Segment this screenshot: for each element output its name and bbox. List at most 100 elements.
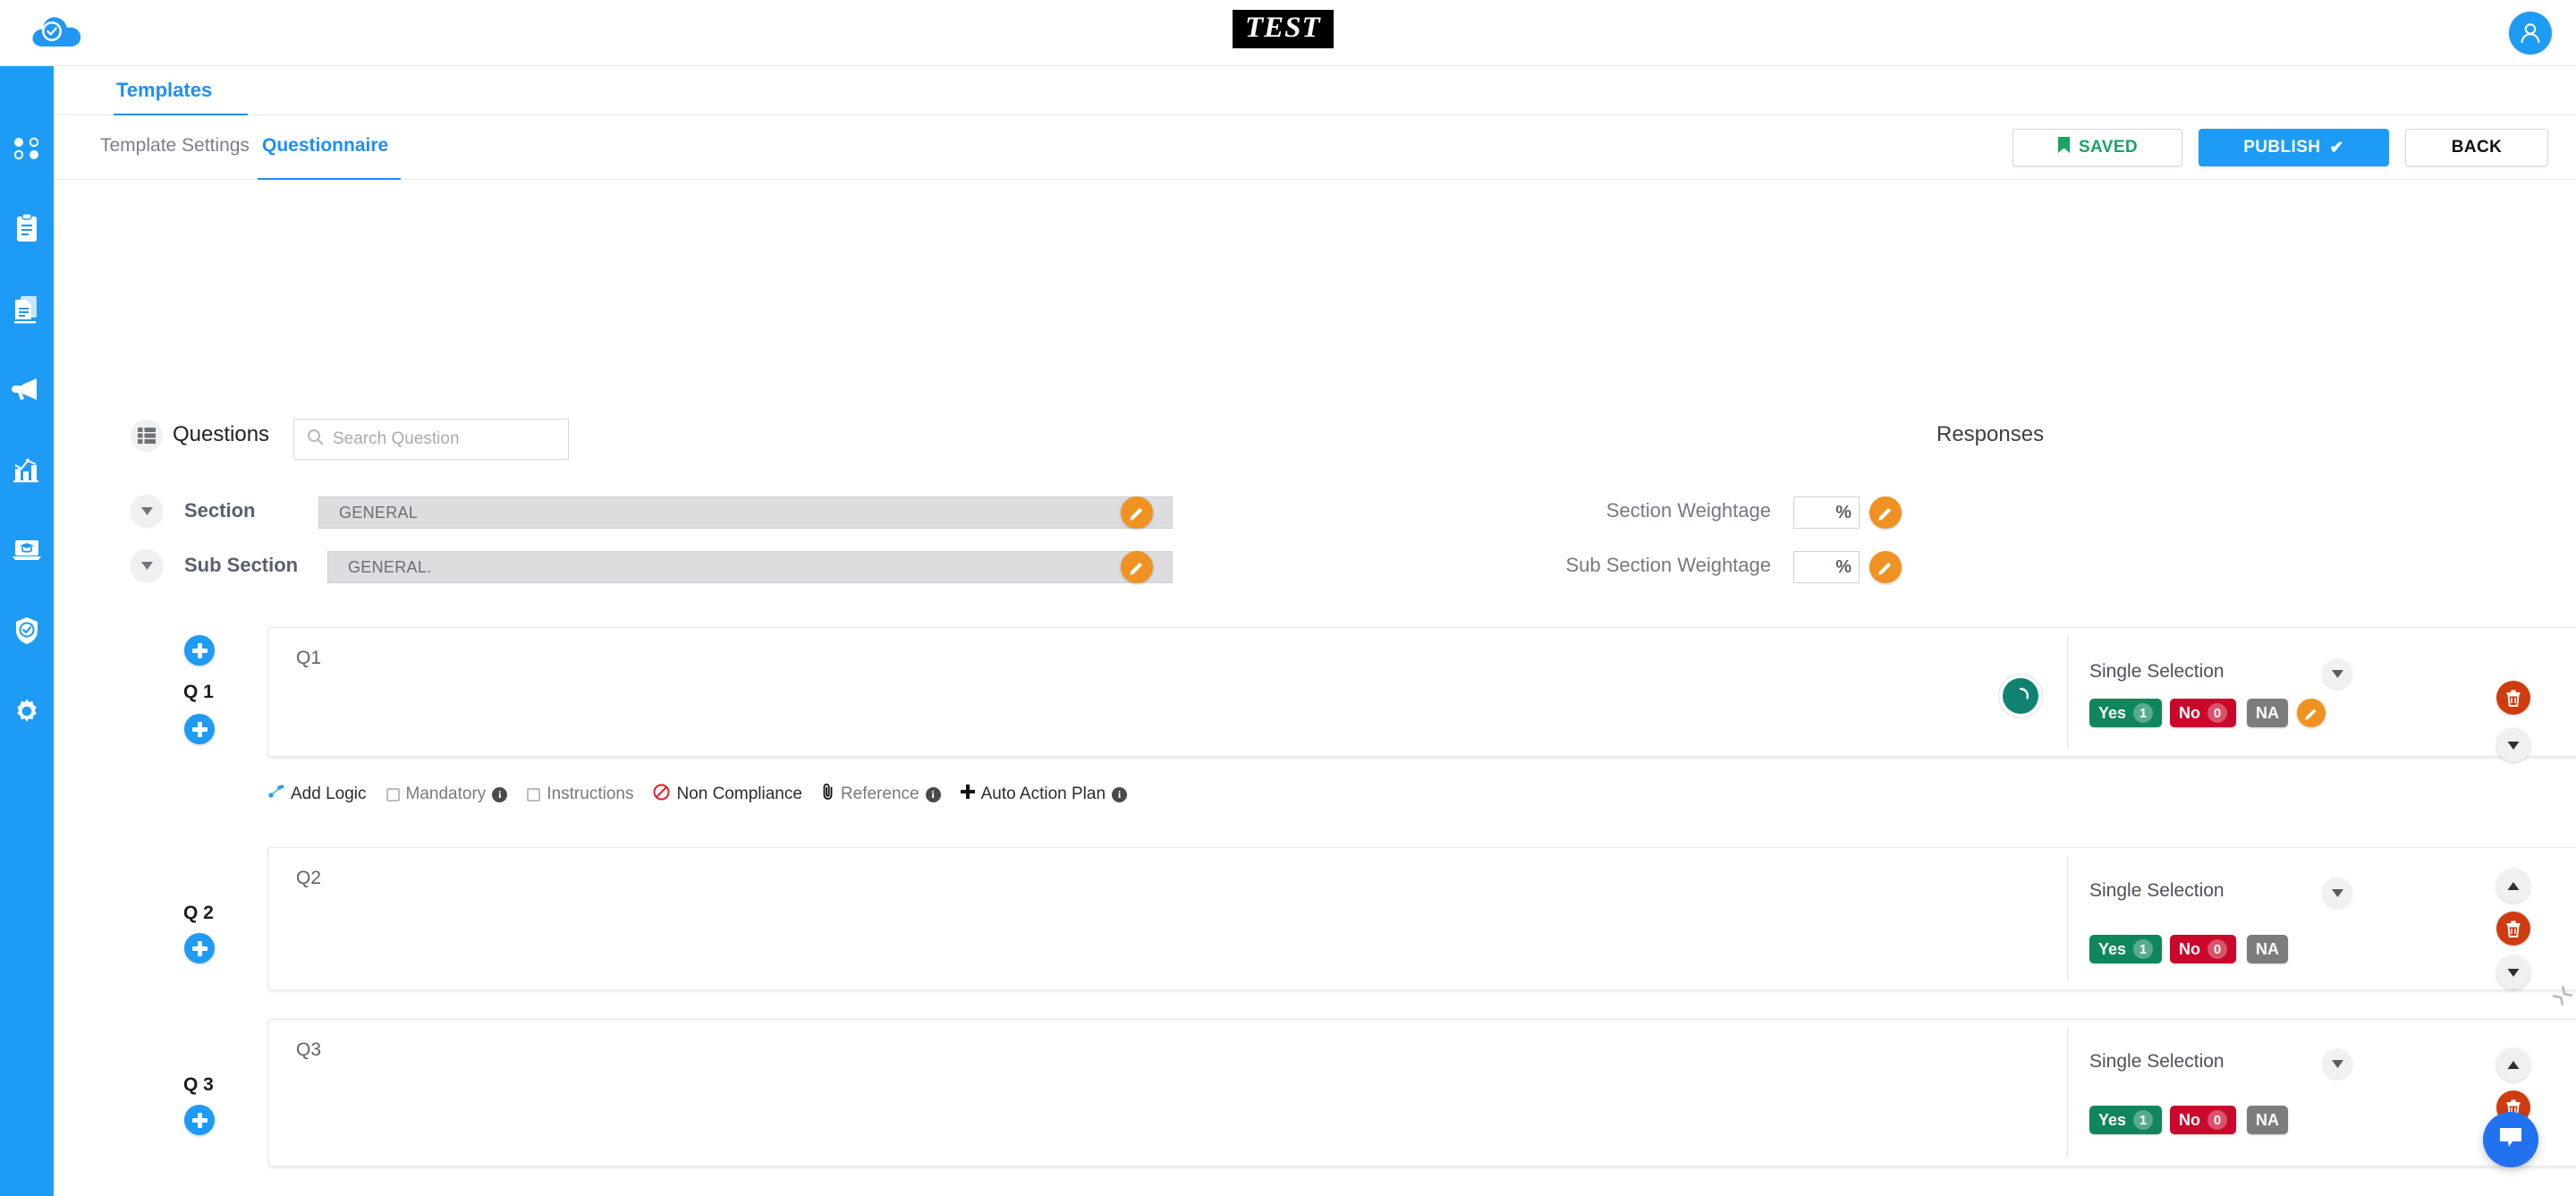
add-question-below-q2-button[interactable] bbox=[184, 933, 215, 963]
chip-na-label: NA bbox=[2256, 1110, 2279, 1129]
sidebar-item-documents[interactable] bbox=[0, 268, 54, 349]
chip-na-label: NA bbox=[2256, 703, 2279, 722]
shield-check-icon bbox=[14, 616, 39, 645]
checkbox-icon[interactable] bbox=[386, 787, 400, 802]
tab-questionnaire[interactable]: Questionnaire bbox=[262, 135, 388, 157]
search-input[interactable] bbox=[333, 429, 538, 449]
avatar[interactable] bbox=[2509, 12, 2552, 55]
expand-question-button-q1[interactable] bbox=[2496, 728, 2530, 762]
card-divider bbox=[2067, 1029, 2068, 1157]
chip-yes-label: Yes bbox=[2098, 703, 2127, 722]
sidebar-item-compliance[interactable] bbox=[0, 590, 54, 671]
sub-section-edit-button[interactable] bbox=[1121, 551, 1153, 583]
delete-question-button-q2[interactable] bbox=[2496, 912, 2530, 946]
chip-no-score: 0 bbox=[2207, 1110, 2227, 1130]
selection-type-q1: Single Selection bbox=[2089, 661, 2224, 682]
info-icon[interactable]: i bbox=[492, 786, 508, 802]
questions-list-icon bbox=[131, 420, 163, 452]
add-logic-button[interactable]: Add Logic bbox=[268, 785, 367, 804]
response-chip-yes-q2[interactable]: Yes 1 bbox=[2089, 935, 2163, 963]
sub-section-collapse-toggle[interactable] bbox=[131, 549, 163, 581]
response-chip-na-q3[interactable]: NA bbox=[2247, 1106, 2288, 1134]
bookmark-icon bbox=[2057, 136, 2071, 159]
selection-type-dropdown-q1[interactable] bbox=[2322, 658, 2352, 689]
info-icon[interactable]: i bbox=[925, 786, 941, 802]
sidebar-item-settings[interactable] bbox=[0, 671, 54, 751]
response-chip-na-q2[interactable]: NA bbox=[2247, 935, 2288, 963]
search-question-wrapper[interactable] bbox=[293, 419, 569, 460]
section-weightage-field[interactable]: % bbox=[1793, 496, 1860, 529]
documents-icon bbox=[13, 293, 41, 324]
chip-no-label: No bbox=[2179, 703, 2200, 722]
top-bar: TEST bbox=[0, 0, 2576, 66]
responses-label: Responses bbox=[1936, 422, 2045, 446]
info-icon[interactable]: i bbox=[1112, 786, 1128, 802]
chip-no-score: 0 bbox=[2207, 703, 2227, 723]
question-card-q3: Q3 Single Selection Yes 1 No 0 NA bbox=[268, 1019, 2576, 1166]
section-weightage-edit-button[interactable] bbox=[1869, 496, 1902, 529]
response-chip-na-q1[interactable]: NA bbox=[2247, 699, 2288, 727]
question-text-q1[interactable]: Q1 bbox=[296, 648, 321, 669]
auto-action-plan-button[interactable]: Auto Action Plan i bbox=[960, 785, 1128, 804]
cloud-check-logo[interactable] bbox=[30, 9, 84, 55]
mandatory-label: Mandatory bbox=[405, 785, 487, 803]
tab-templates[interactable]: Templates bbox=[116, 79, 212, 102]
response-chip-yes-q1[interactable]: Yes 1 bbox=[2089, 699, 2163, 727]
section-name-field[interactable]: GENERAL bbox=[318, 496, 1173, 529]
selection-type-dropdown-q2[interactable] bbox=[2322, 878, 2352, 908]
primary-tab-bar: Templates bbox=[54, 66, 2576, 116]
delete-question-button-q1[interactable] bbox=[2496, 681, 2530, 715]
instructions-toggle[interactable]: Instructions bbox=[527, 785, 633, 804]
sub-section-weightage-label: Sub Section Weightage bbox=[1565, 554, 1771, 576]
add-question-below-q3-button[interactable] bbox=[184, 1105, 215, 1135]
question-options-toolbar-q1: Add Logic Mandatory i Instructions Non C… bbox=[268, 781, 1252, 808]
user-icon bbox=[2521, 23, 2540, 44]
mandatory-toggle[interactable]: Mandatory i bbox=[386, 785, 508, 804]
graduation-laptop-icon bbox=[12, 538, 42, 563]
chip-yes-label: Yes bbox=[2098, 1110, 2127, 1129]
question-text-q2[interactable]: Q2 bbox=[296, 868, 321, 889]
question-status-spinner-q1 bbox=[2003, 678, 2038, 714]
add-logic-label: Add Logic bbox=[291, 785, 367, 803]
collapse-question-button-q3[interactable] bbox=[2496, 1048, 2530, 1081]
support-chat-button[interactable] bbox=[2483, 1112, 2538, 1167]
sidebar-item-clipboard[interactable] bbox=[0, 188, 54, 268]
response-chip-no-q2[interactable]: No 0 bbox=[2170, 935, 2236, 963]
section-edit-button[interactable] bbox=[1121, 496, 1153, 529]
response-chip-no-q1[interactable]: No 0 bbox=[2170, 699, 2236, 727]
non-compliance-button[interactable]: Non Compliance bbox=[653, 784, 802, 806]
selection-type-dropdown-q3[interactable] bbox=[2322, 1048, 2352, 1079]
back-button[interactable]: BACK bbox=[2405, 129, 2548, 166]
sidebar-item-announcements[interactable] bbox=[0, 349, 54, 429]
expand-question-button-q2[interactable] bbox=[2496, 955, 2530, 989]
tab-template-settings[interactable]: Template Settings bbox=[100, 135, 250, 157]
add-question-above-q1-button[interactable] bbox=[184, 635, 215, 666]
plus-icon bbox=[960, 785, 975, 804]
checkbox-icon[interactable] bbox=[527, 787, 541, 802]
sub-section-name-field[interactable]: GENERAL. bbox=[327, 551, 1173, 583]
sub-section-weightage-edit-button[interactable] bbox=[1869, 551, 1902, 583]
collapse-question-button-q2[interactable] bbox=[2496, 869, 2530, 903]
sidebar-item-learning[interactable] bbox=[0, 510, 54, 590]
sub-section-weightage-field[interactable]: % bbox=[1793, 551, 1860, 583]
section-collapse-toggle[interactable] bbox=[131, 495, 163, 527]
question-text-q3[interactable]: Q3 bbox=[296, 1039, 321, 1061]
instructions-label: Instructions bbox=[547, 785, 634, 803]
saved-button[interactable]: SAVED bbox=[2012, 129, 2182, 166]
response-chip-no-q3[interactable]: No 0 bbox=[2170, 1106, 2236, 1134]
prohibition-icon bbox=[653, 784, 670, 806]
add-question-below-q1-button[interactable] bbox=[184, 714, 215, 744]
edit-responses-button-q1[interactable] bbox=[2297, 699, 2326, 727]
reference-button[interactable]: Reference i bbox=[822, 783, 941, 806]
sidebar-item-dashboard[interactable] bbox=[0, 107, 54, 188]
gear-icon bbox=[13, 698, 40, 725]
chip-na-label: NA bbox=[2256, 939, 2279, 958]
chip-yes-score: 1 bbox=[2133, 1110, 2154, 1130]
card-divider bbox=[2067, 637, 2068, 747]
chip-no-label: No bbox=[2179, 939, 2200, 958]
question-index-q2: Q 2 bbox=[183, 903, 214, 923]
publish-button[interactable]: PUBLISH ✔ bbox=[2199, 129, 2389, 166]
response-chip-yes-q3[interactable]: Yes 1 bbox=[2089, 1106, 2163, 1134]
sidebar-item-analytics[interactable] bbox=[0, 429, 54, 510]
question-card-q1: Q1 Single Selection Yes 1 No 0 NA bbox=[268, 627, 2576, 762]
